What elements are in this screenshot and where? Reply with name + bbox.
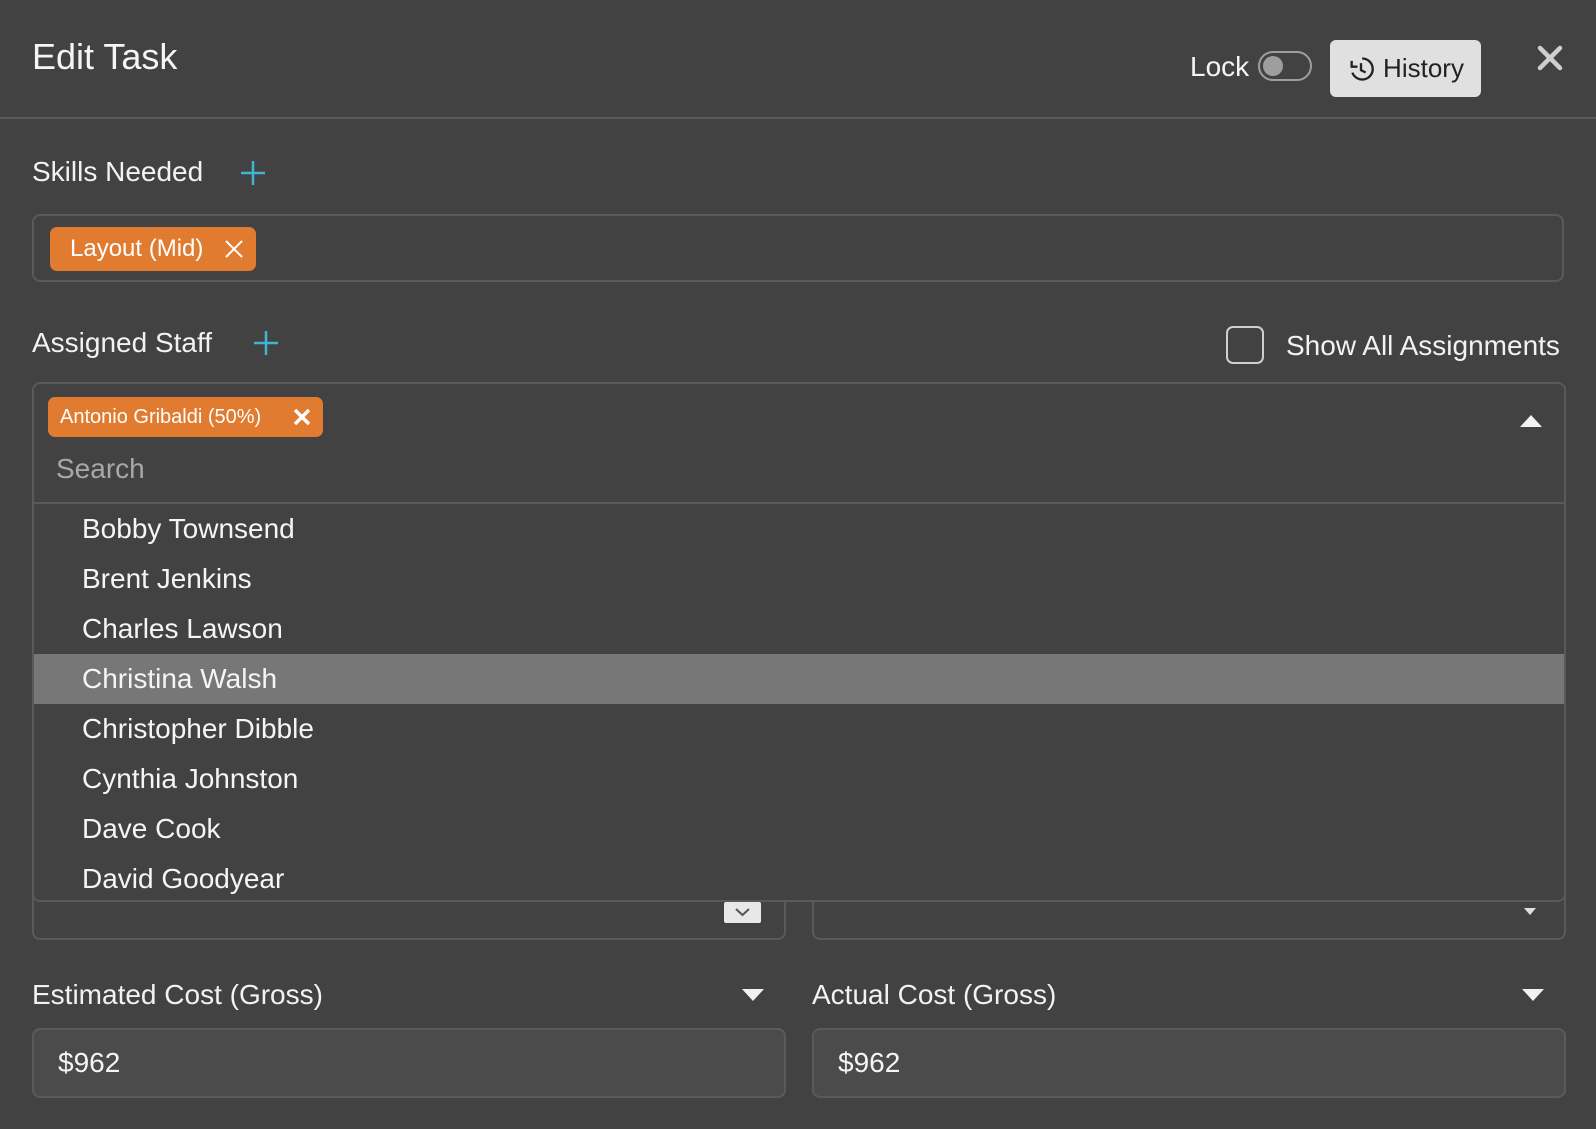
staff-option[interactable]: Charles Lawson: [34, 604, 1564, 654]
staff-options-list: Bobby Townsend Brent Jenkins Charles Law…: [34, 504, 1564, 900]
staff-option[interactable]: David Goodyear: [34, 854, 1564, 900]
plus-icon: [254, 331, 278, 355]
lock-label: Lock: [1190, 51, 1250, 82]
estimated-cost-menu-button[interactable]: [742, 988, 764, 1001]
skills-field[interactable]: Layout (Mid): [32, 214, 1564, 282]
assigned-staff-label: Assigned Staff: [32, 327, 213, 358]
plus-icon: [241, 161, 265, 185]
estimated-cost-field[interactable]: $962: [32, 1028, 786, 1098]
caret-up-icon: [1520, 415, 1542, 427]
actual-cost-menu-button[interactable]: [1522, 988, 1544, 1001]
staff-option[interactable]: Dave Cook: [34, 804, 1564, 854]
history-icon: [1350, 56, 1374, 81]
skill-chip: Layout (Mid): [50, 227, 256, 271]
caret-down-icon: [1524, 903, 1536, 915]
close-icon: [225, 240, 243, 258]
remove-skill-button[interactable]: [224, 238, 244, 258]
close-icon: [1537, 45, 1563, 71]
lock-toggle[interactable]: [1258, 51, 1312, 81]
skills-needed-label: Skills Needed: [32, 156, 204, 187]
staff-chip-label: Antonio Gribaldi (50%): [60, 405, 262, 428]
actual-cost-label: Actual Cost (Gross): [812, 979, 1057, 1010]
caret-down-icon: [1522, 989, 1544, 1001]
staff-option[interactable]: Cynthia Johnston: [34, 754, 1564, 804]
dialog-title: Edit Task: [32, 36, 178, 77]
staff-option[interactable]: Christopher Dibble: [34, 704, 1564, 754]
skill-chip-label: Layout (Mid): [70, 235, 204, 262]
history-label: History: [1383, 53, 1464, 83]
caret-down-icon: [742, 989, 764, 1001]
staff-option-highlighted[interactable]: Christina Walsh: [34, 654, 1564, 704]
staff-search-input[interactable]: [54, 446, 1538, 492]
toggle-knob: [1263, 56, 1283, 76]
show-all-assignments-checkbox[interactable]: [1226, 326, 1264, 364]
history-button[interactable]: History: [1330, 40, 1481, 97]
collapse-dropdown-button[interactable]: [1520, 414, 1542, 427]
staff-multiselect[interactable]: Antonio Gribaldi (50%) Bobby Townsend Br…: [32, 382, 1566, 902]
remove-staff-button[interactable]: [293, 408, 311, 426]
close-icon: [293, 408, 311, 426]
staff-option[interactable]: Brent Jenkins: [34, 554, 1564, 604]
staff-option[interactable]: Bobby Townsend: [34, 504, 1564, 554]
add-staff-button[interactable]: [252, 329, 280, 357]
actual-cost-field[interactable]: $962: [812, 1028, 1566, 1098]
mini-select-button[interactable]: [724, 902, 761, 923]
add-skill-button[interactable]: [239, 159, 267, 187]
staff-chip: Antonio Gribaldi (50%): [48, 397, 323, 437]
close-button[interactable]: [1532, 40, 1568, 76]
estimated-cost-label: Estimated Cost (Gross): [32, 979, 323, 1010]
show-all-assignments-label[interactable]: Show All Assignments: [1286, 330, 1560, 362]
chevron-down-icon: [735, 908, 750, 917]
header-divider: [0, 117, 1596, 119]
